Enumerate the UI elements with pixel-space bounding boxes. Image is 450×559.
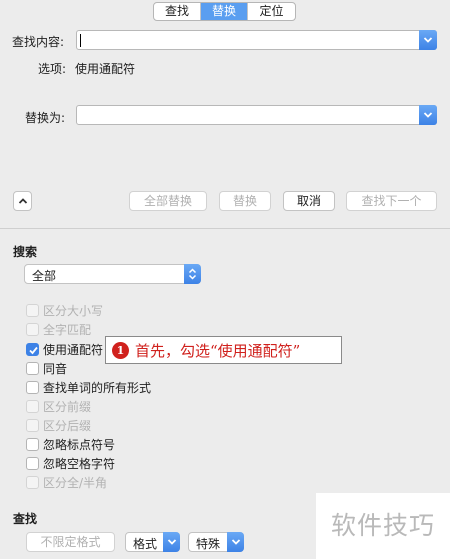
tab-bar: 查找 替换 定位 bbox=[153, 2, 296, 21]
tab-goto[interactable]: 定位 bbox=[248, 3, 295, 20]
chevron-up-icon bbox=[18, 198, 27, 204]
chevron-down-icon bbox=[423, 112, 433, 118]
checkbox-label: 忽略标点符号 bbox=[43, 438, 116, 452]
checkbox-box[interactable] bbox=[26, 381, 39, 394]
checkbox-label: 同音 bbox=[43, 362, 68, 376]
checkbox-label: 区分前缀 bbox=[43, 400, 92, 414]
search-scope-value: 全部 bbox=[32, 269, 57, 283]
checkbox-box[interactable] bbox=[26, 438, 39, 451]
checkbox-ignore-punctuation[interactable]: 忽略标点符号 bbox=[26, 436, 115, 453]
checkbox-label: 使用通配符 bbox=[43, 343, 104, 357]
replace-label: 替换为: bbox=[25, 111, 66, 125]
watermark: 软件技巧 bbox=[316, 493, 450, 559]
chevron-down-icon bbox=[423, 37, 433, 43]
format-popup[interactable]: 格式 bbox=[125, 532, 180, 552]
search-heading: 搜索 bbox=[13, 245, 38, 259]
checkbox-use-wildcards[interactable]: 使用通配符 bbox=[26, 341, 103, 358]
no-format-button[interactable]: 不限定格式 bbox=[26, 532, 115, 552]
replace-all-button[interactable]: 全部替换 bbox=[129, 191, 207, 211]
search-scope-select[interactable]: 全部 bbox=[24, 264, 201, 284]
updown-chevron-icon bbox=[188, 268, 197, 280]
find-label: 查找内容: bbox=[12, 35, 65, 49]
checkbox-box[interactable] bbox=[26, 323, 39, 336]
checkbox-all-word-forms[interactable]: 查找单词的所有形式 bbox=[26, 379, 151, 396]
checkbox-match-width[interactable]: 区分全/半角 bbox=[26, 474, 107, 491]
tab-find[interactable]: 查找 bbox=[154, 3, 201, 20]
collapse-button[interactable] bbox=[13, 191, 32, 211]
options-value: 使用通配符 bbox=[75, 62, 136, 76]
checkbox-ignore-whitespace[interactable]: 忽略空格字符 bbox=[26, 455, 115, 472]
chevron-down-icon bbox=[231, 539, 241, 545]
step-number-badge: 1 bbox=[112, 341, 129, 359]
checkbox-label: 区分后缀 bbox=[43, 419, 92, 433]
checkbox-box[interactable] bbox=[26, 419, 39, 432]
replace-dropdown-button[interactable] bbox=[419, 105, 437, 125]
annotation-text: 首先，勾选“使用通配符” bbox=[135, 341, 301, 360]
checkbox-whole-word[interactable]: 全字匹配 bbox=[26, 321, 91, 338]
select-stepper bbox=[184, 264, 201, 284]
checkbox-box[interactable] bbox=[26, 476, 39, 489]
checkbox-label: 区分全/半角 bbox=[43, 476, 108, 490]
checkbox-match-case[interactable]: 区分大小写 bbox=[26, 302, 103, 319]
special-dropdown-arrow bbox=[227, 532, 244, 552]
find-next-button[interactable]: 查找下一个 bbox=[346, 191, 437, 211]
checkbox-box[interactable] bbox=[26, 343, 39, 356]
replace-button[interactable]: 替换 bbox=[219, 191, 271, 211]
format-dropdown-arrow bbox=[163, 532, 180, 552]
checkbox-label: 全字匹配 bbox=[43, 323, 92, 337]
text-cursor bbox=[80, 34, 81, 47]
checkbox-label: 忽略空格字符 bbox=[43, 457, 116, 471]
special-label: 特殊 bbox=[196, 537, 221, 551]
checkbox-box[interactable] bbox=[26, 304, 39, 317]
options-label: 选项: bbox=[38, 62, 67, 76]
checkbox-label: 区分大小写 bbox=[43, 304, 104, 318]
replace-input[interactable] bbox=[76, 105, 437, 125]
cancel-button[interactable]: 取消 bbox=[283, 191, 335, 211]
divider bbox=[0, 228, 450, 229]
checkbox-box[interactable] bbox=[26, 400, 39, 413]
checkbox-match-suffix[interactable]: 区分后缀 bbox=[26, 417, 91, 434]
find-input[interactable] bbox=[76, 30, 437, 50]
checkbox-box[interactable] bbox=[26, 457, 39, 470]
special-popup[interactable]: 特殊 bbox=[188, 532, 244, 552]
checkbox-sounds-like[interactable]: 同音 bbox=[26, 360, 67, 377]
checkbox-match-prefix[interactable]: 区分前缀 bbox=[26, 398, 91, 415]
chevron-down-icon bbox=[167, 539, 177, 545]
format-label: 格式 bbox=[133, 537, 158, 551]
annotation-callout: 1 首先，勾选“使用通配符” bbox=[105, 336, 342, 364]
find-dropdown-button[interactable] bbox=[419, 30, 437, 50]
find-section-heading: 查找 bbox=[13, 512, 38, 526]
checkmark-icon bbox=[29, 346, 38, 355]
checkbox-label: 查找单词的所有形式 bbox=[43, 381, 152, 395]
checkbox-box[interactable] bbox=[26, 362, 39, 375]
tab-replace[interactable]: 替换 bbox=[201, 3, 248, 20]
